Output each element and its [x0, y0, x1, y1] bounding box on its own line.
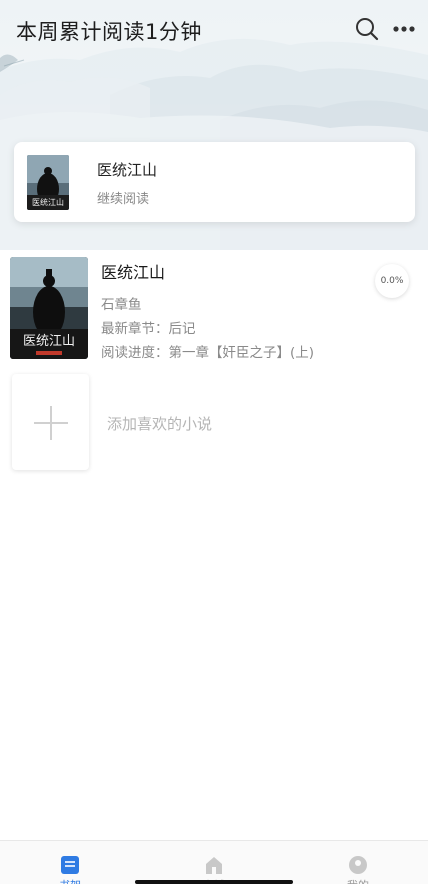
search-button[interactable] — [354, 16, 380, 42]
book-title: 医统江山 — [101, 263, 166, 282]
tab-bookstore[interactable]: 书城 — [174, 841, 254, 884]
bookshelf-icon — [61, 856, 79, 874]
latest-chapter: 最新章节：后记 — [101, 321, 196, 337]
tab-label: 我的 — [318, 877, 398, 884]
bookshelf-item[interactable]: 医统江山 医统江山 石章鱼 最新章节：后记 阅读进度：第一章【奸臣之子】(上) — [0, 250, 428, 365]
home-indicator — [135, 880, 293, 884]
continue-book-title: 医统江山 — [97, 161, 158, 179]
continue-reading-label: 继续阅读 — [97, 192, 150, 207]
bottom-tab-bar: 书架 书城 我的 — [0, 840, 428, 884]
more-icon — [393, 26, 415, 32]
tab-bookshelf[interactable]: 书架 — [30, 841, 110, 884]
reading-progress: 阅读进度：第一章【奸臣之子】(上) — [101, 345, 315, 361]
tab-label: 书架 — [30, 877, 110, 884]
book-cover: 医统江山 — [10, 257, 88, 359]
profile-icon — [349, 856, 367, 874]
progress-percent-badge: 0.0% — [375, 264, 409, 298]
book-cover-thumbnail: 医统江山 — [27, 155, 69, 210]
continue-reading-card[interactable]: 医统江山 医统江山 继续阅读 — [14, 142, 415, 222]
plus-icon — [34, 406, 68, 440]
top-bar: 本周累计阅读1分钟 — [0, 0, 428, 62]
bookstore-icon — [206, 857, 222, 874]
svg-text:医统江山: 医统江山 — [32, 197, 64, 207]
add-book-button[interactable] — [12, 374, 89, 470]
book-author: 石章鱼 — [101, 297, 142, 313]
svg-text:医统江山: 医统江山 — [23, 334, 75, 349]
tab-profile[interactable]: 我的 — [318, 841, 398, 884]
more-button[interactable] — [392, 18, 418, 40]
page-title: 本周累计阅读1分钟 — [16, 20, 202, 44]
add-book-label[interactable]: 添加喜欢的小说 — [107, 413, 212, 434]
search-icon — [356, 18, 379, 41]
